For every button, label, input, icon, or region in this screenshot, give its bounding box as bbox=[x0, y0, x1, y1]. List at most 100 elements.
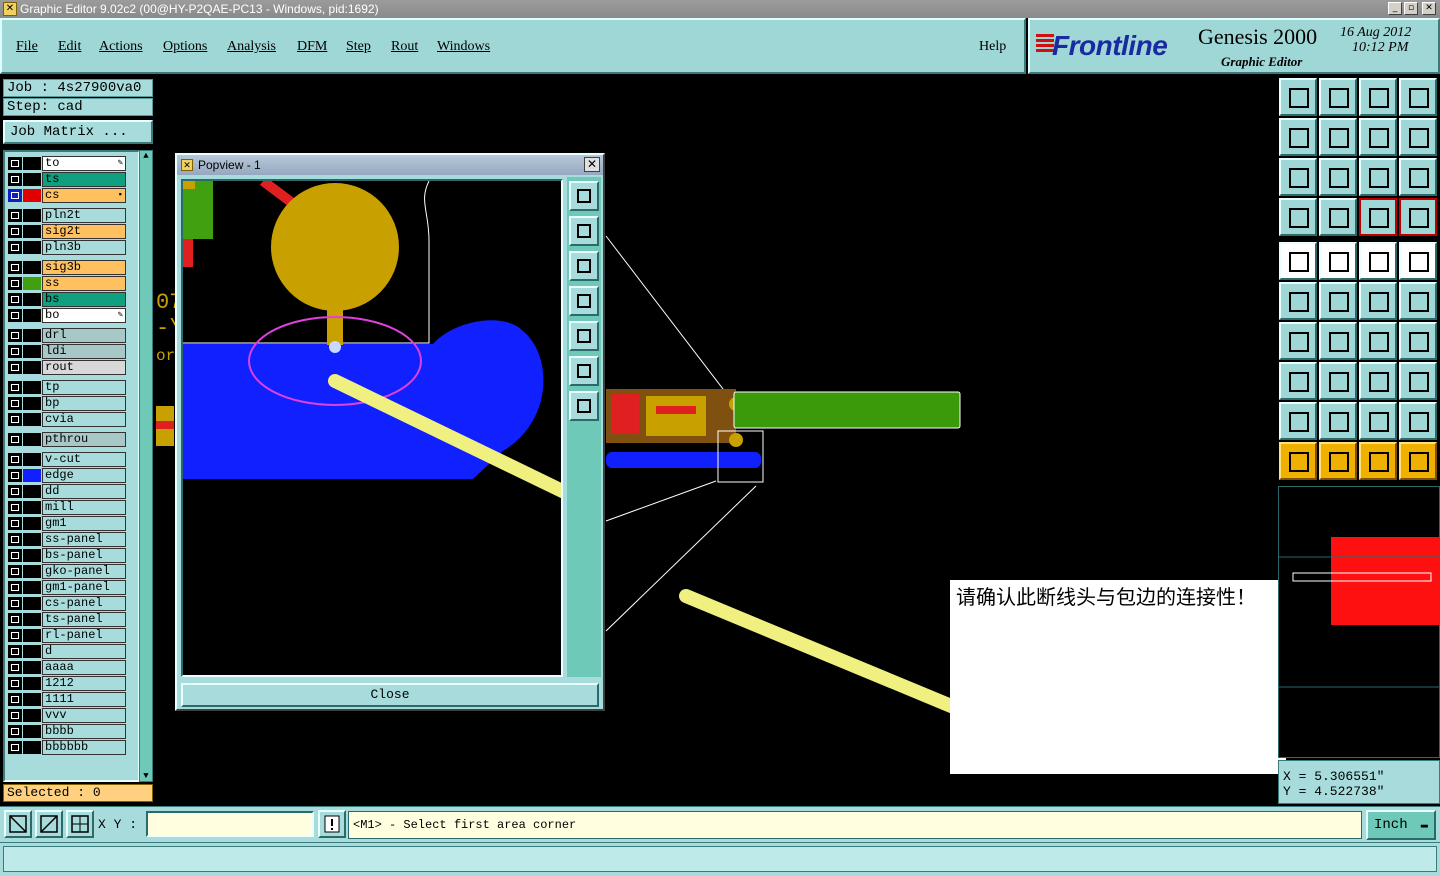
minimize-button[interactable]: _ bbox=[1388, 2, 1402, 15]
layer-checkbox[interactable] bbox=[8, 261, 22, 274]
tool-line-button[interactable] bbox=[1319, 322, 1357, 360]
layer-row-edge[interactable]: edge bbox=[7, 468, 126, 483]
tool-query-button[interactable] bbox=[1399, 158, 1437, 196]
layer-name[interactable]: cs-panel bbox=[42, 596, 126, 611]
layer-name[interactable]: mill bbox=[42, 500, 126, 515]
layer-checkbox[interactable] bbox=[8, 693, 22, 706]
layer-name[interactable]: bo ✎ bbox=[42, 308, 126, 323]
scroll-down-icon[interactable]: ▼ bbox=[141, 771, 151, 781]
layer-row-sig2t[interactable]: sig2t bbox=[7, 224, 126, 239]
popview-close-icon[interactable]: ✕ bbox=[584, 157, 600, 172]
angle-mode-button[interactable] bbox=[35, 810, 63, 838]
layer-row-to[interactable]: to ✎ bbox=[7, 156, 126, 171]
layer-name[interactable]: edge bbox=[42, 468, 126, 483]
popview-pan-up-button[interactable] bbox=[569, 216, 599, 246]
layer-row-ts[interactable]: ts bbox=[7, 172, 126, 187]
tool-drc3-button[interactable] bbox=[1359, 402, 1397, 440]
tool-shapes-button[interactable] bbox=[1399, 362, 1437, 400]
layer-name[interactable]: to ✎ bbox=[42, 156, 126, 171]
layer-checkbox[interactable] bbox=[8, 709, 22, 722]
layer-checkbox[interactable] bbox=[8, 565, 22, 578]
popview-titlebar[interactable]: ✕ Popview - 1 ✕ bbox=[177, 155, 603, 175]
tool-pan-right-button[interactable] bbox=[1319, 118, 1357, 156]
tool-home-button[interactable] bbox=[1359, 78, 1397, 116]
popview-canvas[interactable] bbox=[181, 179, 563, 677]
layer-name[interactable]: sig3b bbox=[42, 260, 126, 275]
tool-arc-button[interactable] bbox=[1359, 322, 1397, 360]
grid-mode-button[interactable] bbox=[66, 810, 94, 838]
layer-checkbox[interactable] bbox=[8, 361, 22, 374]
layer-row-pln3b[interactable]: pln3b bbox=[7, 240, 126, 255]
tool-line-pt2-button[interactable] bbox=[1399, 282, 1437, 320]
tool-snap2-button[interactable] bbox=[1399, 198, 1437, 236]
tool-select-box-button[interactable] bbox=[1319, 442, 1357, 480]
layer-row-1111[interactable]: 1111 bbox=[7, 692, 126, 707]
tool-redraw-button[interactable] bbox=[1399, 118, 1437, 156]
layer-checkbox[interactable] bbox=[8, 225, 22, 238]
info-button[interactable] bbox=[318, 810, 346, 838]
layer-name[interactable]: ldi bbox=[42, 344, 126, 359]
layer-row-ts-panel[interactable]: ts-panel bbox=[7, 612, 126, 627]
tool-select-net-button[interactable] bbox=[1399, 442, 1437, 480]
layer-name[interactable]: pthrou bbox=[42, 432, 126, 447]
layer-row-gm1[interactable]: gm1 bbox=[7, 516, 126, 531]
tool-split-view-button[interactable] bbox=[1399, 78, 1437, 116]
layer-row-ldi[interactable]: ldi bbox=[7, 344, 126, 359]
layer-name[interactable]: ss-panel bbox=[42, 532, 126, 547]
layer-name[interactable]: 1212 bbox=[42, 676, 126, 691]
layer-name[interactable]: rout bbox=[42, 360, 126, 375]
tool-drc2-button[interactable] bbox=[1319, 402, 1357, 440]
layer-row-dd[interactable]: dd bbox=[7, 484, 126, 499]
menu-edit[interactable]: Edit bbox=[58, 39, 81, 55]
layer-row-ss-panel[interactable]: ss-panel bbox=[7, 532, 126, 547]
menu-rout[interactable]: Rout bbox=[391, 39, 418, 55]
menu-dfm[interactable]: DFM bbox=[297, 39, 327, 55]
layer-name[interactable]: sig2t bbox=[42, 224, 126, 239]
layer-checkbox[interactable] bbox=[8, 629, 22, 642]
layer-row-gm1-panel[interactable]: gm1-panel bbox=[7, 580, 126, 595]
layer-row-ss[interactable]: ss bbox=[7, 276, 126, 291]
layer-name[interactable]: cvia bbox=[42, 412, 126, 427]
menu-step[interactable]: Step bbox=[346, 39, 371, 55]
close-window-button[interactable]: ✕ bbox=[1422, 2, 1436, 15]
layer-row-1212[interactable]: 1212 bbox=[7, 676, 126, 691]
tool-dimension-button[interactable] bbox=[1359, 362, 1397, 400]
layer-checkbox[interactable] bbox=[8, 661, 22, 674]
tool-flip-button[interactable] bbox=[1399, 322, 1437, 360]
tool-zoom-in-button[interactable] bbox=[1279, 158, 1317, 196]
layer-checkbox[interactable] bbox=[8, 501, 22, 514]
layer-checkbox[interactable] bbox=[8, 397, 22, 410]
layer-name[interactable]: gm1 bbox=[42, 516, 126, 531]
tool-settings-button[interactable] bbox=[1279, 198, 1317, 236]
layer-row-sig3b[interactable]: sig3b bbox=[7, 260, 126, 275]
layer-checkbox[interactable] bbox=[8, 433, 22, 446]
layer-checkbox[interactable] bbox=[8, 189, 22, 202]
layer-row-rl-panel[interactable]: rl-panel bbox=[7, 628, 126, 643]
layer-name[interactable]: tp bbox=[42, 380, 126, 395]
layer-name[interactable]: bs-panel bbox=[42, 548, 126, 563]
layer-name[interactable]: bs bbox=[42, 292, 126, 307]
layer-checkbox[interactable] bbox=[8, 613, 22, 626]
layer-checkbox[interactable] bbox=[8, 645, 22, 658]
snap-mode-button[interactable] bbox=[4, 810, 32, 838]
layer-name[interactable]: gko-panel bbox=[42, 564, 126, 579]
layer-name[interactable]: ts-panel bbox=[42, 612, 126, 627]
layer-checkbox[interactable] bbox=[8, 173, 22, 186]
layer-name[interactable]: cs ▪ bbox=[42, 188, 126, 203]
layer-row-drl[interactable]: drl bbox=[7, 328, 126, 343]
layer-name[interactable]: bbbbbb bbox=[42, 740, 126, 755]
popview-pan-down-button[interactable] bbox=[569, 251, 599, 281]
tool-zoom-1to2-button[interactable] bbox=[1359, 158, 1397, 196]
layer-row-aaaa[interactable]: aaaa bbox=[7, 660, 126, 675]
tool-pan-up-button[interactable] bbox=[1279, 78, 1317, 116]
layer-row-bbbbbb[interactable]: bbbbbb bbox=[7, 740, 126, 755]
layer-name[interactable]: aaaa bbox=[42, 660, 126, 675]
popview-close-button[interactable]: Close bbox=[181, 683, 599, 707]
layer-name[interactable]: bbbb bbox=[42, 724, 126, 739]
layer-checkbox[interactable] bbox=[8, 533, 22, 546]
layer-row-v-cut[interactable]: v-cut bbox=[7, 452, 126, 467]
tool-select-button[interactable] bbox=[1279, 442, 1317, 480]
layer-checkbox[interactable] bbox=[8, 345, 22, 358]
layer-row-pln2t[interactable]: pln2t bbox=[7, 208, 126, 223]
layer-checkbox[interactable] bbox=[8, 277, 22, 290]
